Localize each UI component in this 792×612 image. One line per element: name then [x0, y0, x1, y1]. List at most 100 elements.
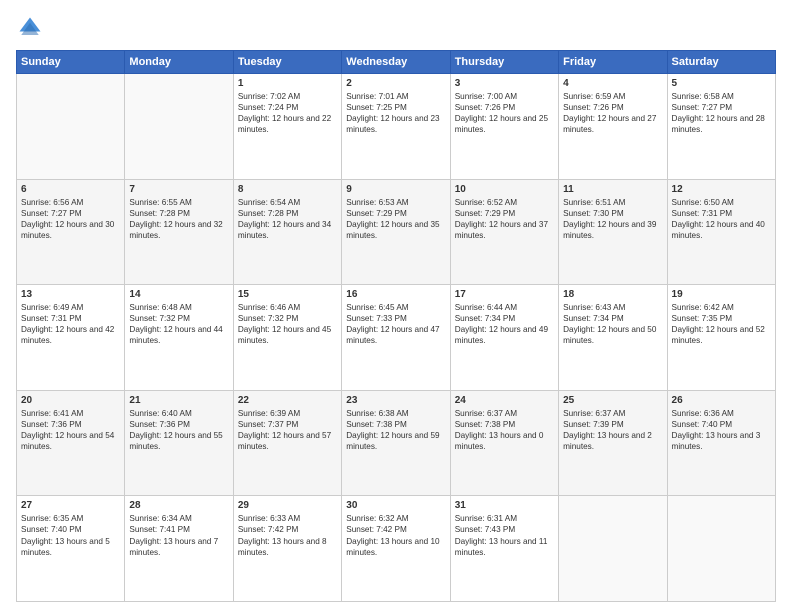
- cell-info: Sunrise: 6:35 AM Sunset: 7:40 PM Dayligh…: [21, 513, 120, 557]
- calendar-cell: 30Sunrise: 6:32 AM Sunset: 7:42 PM Dayli…: [342, 496, 450, 602]
- day-number: 20: [21, 395, 120, 406]
- day-number: 7: [129, 184, 228, 195]
- day-number: 23: [346, 395, 445, 406]
- calendar-cell: 26Sunrise: 6:36 AM Sunset: 7:40 PM Dayli…: [667, 390, 775, 496]
- header-sunday: Sunday: [17, 51, 125, 74]
- cell-info: Sunrise: 6:52 AM Sunset: 7:29 PM Dayligh…: [455, 197, 554, 241]
- calendar-cell: 7 Sunrise: 6:55 AM Sunset: 7:28 PM Daylig…: [125, 179, 233, 285]
- day-number: 8: [238, 184, 337, 195]
- calendar-cell: [667, 496, 775, 602]
- logo-icon: [16, 14, 44, 42]
- header-wednesday: Wednesday: [342, 51, 450, 74]
- cell-info: Sunrise: 6:37 AM Sunset: 7:38 PM Dayligh…: [455, 408, 554, 452]
- cell-info: Sunrise: 6:32 AM Sunset: 7:42 PM Dayligh…: [346, 513, 445, 557]
- calendar-cell: 5 Sunrise: 6:58 AM Sunset: 7:27 PM Daylig…: [667, 74, 775, 180]
- day-number: 24: [455, 395, 554, 406]
- cell-info: Sunrise: 6:42 AM Sunset: 7:35 PM Dayligh…: [672, 302, 771, 346]
- calendar-cell: 27 Sunrise: 6:35 AM Sunset: 7:40 PM Dayli…: [17, 496, 125, 602]
- day-number: 3: [455, 78, 554, 89]
- calendar-cell: 23 Sunrise: 6:38 AM Sunset: 7:38 PM Dayli…: [342, 390, 450, 496]
- cell-info: Sunrise: 6:31 AM Sunset: 7:43 PM Dayligh…: [455, 513, 554, 557]
- cell-info: Sunrise: 6:58 AM Sunset: 7:27 PM Dayligh…: [672, 91, 771, 135]
- calendar-cell: 2 Sunrise: 7:01 AM Sunset: 7:25 PM Daylig…: [342, 74, 450, 180]
- day-number: 22: [238, 395, 337, 406]
- calendar-cell: [17, 74, 125, 180]
- cell-info: Sunrise: 6:46 AM Sunset: 7:32 PM Dayligh…: [238, 302, 337, 346]
- cell-info: Sunrise: 6:50 AM Sunset: 7:31 PM Dayligh…: [672, 197, 771, 241]
- day-number: 2: [346, 78, 445, 89]
- week-row-1: 6Sunrise: 6:56 AM Sunset: 7:27 PM Daylig…: [17, 179, 776, 285]
- cell-info: Sunrise: 7:01 AM Sunset: 7:25 PM Dayligh…: [346, 91, 445, 135]
- cell-info: Sunrise: 6:48 AM Sunset: 7:32 PM Dayligh…: [129, 302, 228, 346]
- cell-info: Sunrise: 7:00 AM Sunset: 7:26 PM Dayligh…: [455, 91, 554, 135]
- cell-info: Sunrise: 7:02 AM Sunset: 7:24 PM Dayligh…: [238, 91, 337, 135]
- day-number: 14: [129, 289, 228, 300]
- cell-info: Sunrise: 6:40 AM Sunset: 7:36 PM Dayligh…: [129, 408, 228, 452]
- day-number: 13: [21, 289, 120, 300]
- calendar-cell: 22 Sunrise: 6:39 AM Sunset: 7:37 PM Dayli…: [233, 390, 341, 496]
- day-number: 12: [672, 184, 771, 195]
- cell-info: Sunrise: 6:34 AM Sunset: 7:41 PM Dayligh…: [129, 513, 228, 557]
- week-row-0: 1 Sunrise: 7:02 AM Sunset: 7:24 PM Daylig…: [17, 74, 776, 180]
- header-row: SundayMondayTuesdayWednesdayThursdayFrid…: [17, 51, 776, 74]
- calendar-cell: 20 Sunrise: 6:41 AM Sunset: 7:36 PM Dayli…: [17, 390, 125, 496]
- calendar-cell: 3 Sunrise: 7:00 AM Sunset: 7:26 PM Daylig…: [450, 74, 558, 180]
- calendar-cell: 17Sunrise: 6:44 AM Sunset: 7:34 PM Dayli…: [450, 285, 558, 391]
- cell-info: Sunrise: 6:49 AM Sunset: 7:31 PM Dayligh…: [21, 302, 120, 346]
- day-number: 6: [21, 184, 120, 195]
- day-number: 27: [21, 500, 120, 511]
- calendar-cell: 25 Sunrise: 6:37 AM Sunset: 7:39 PM Dayli…: [559, 390, 667, 496]
- day-number: 31: [455, 500, 554, 511]
- calendar-cell: [125, 74, 233, 180]
- cell-info: Sunrise: 6:43 AM Sunset: 7:34 PM Dayligh…: [563, 302, 662, 346]
- calendar-cell: 15Sunrise: 6:46 AM Sunset: 7:32 PM Dayli…: [233, 285, 341, 391]
- cell-info: Sunrise: 6:41 AM Sunset: 7:36 PM Dayligh…: [21, 408, 120, 452]
- logo: [16, 14, 48, 42]
- calendar-cell: 18Sunrise: 6:43 AM Sunset: 7:34 PM Dayli…: [559, 285, 667, 391]
- header-tuesday: Tuesday: [233, 51, 341, 74]
- day-number: 5: [672, 78, 771, 89]
- calendar-cell: [559, 496, 667, 602]
- day-number: 21: [129, 395, 228, 406]
- day-number: 29: [238, 500, 337, 511]
- cell-info: Sunrise: 6:36 AM Sunset: 7:40 PM Dayligh…: [672, 408, 771, 452]
- cell-info: Sunrise: 6:59 AM Sunset: 7:26 PM Dayligh…: [563, 91, 662, 135]
- calendar-cell: 12 Sunrise: 6:50 AM Sunset: 7:31 PM Dayli…: [667, 179, 775, 285]
- calendar-cell: 19Sunrise: 6:42 AM Sunset: 7:35 PM Dayli…: [667, 285, 775, 391]
- calendar-cell: 10 Sunrise: 6:52 AM Sunset: 7:29 PM Dayli…: [450, 179, 558, 285]
- day-number: 11: [563, 184, 662, 195]
- header-thursday: Thursday: [450, 51, 558, 74]
- week-row-2: 13 Sunrise: 6:49 AM Sunset: 7:31 PM Dayli…: [17, 285, 776, 391]
- cell-info: Sunrise: 6:38 AM Sunset: 7:38 PM Dayligh…: [346, 408, 445, 452]
- calendar-cell: 24 Sunrise: 6:37 AM Sunset: 7:38 PM Dayli…: [450, 390, 558, 496]
- cell-info: Sunrise: 6:51 AM Sunset: 7:30 PM Dayligh…: [563, 197, 662, 241]
- day-number: 9: [346, 184, 445, 195]
- cell-info: Sunrise: 6:54 AM Sunset: 7:28 PM Dayligh…: [238, 197, 337, 241]
- calendar-cell: 9 Sunrise: 6:53 AM Sunset: 7:29 PM Daylig…: [342, 179, 450, 285]
- calendar-cell: 29Sunrise: 6:33 AM Sunset: 7:42 PM Dayli…: [233, 496, 341, 602]
- calendar-cell: 8 Sunrise: 6:54 AM Sunset: 7:28 PM Daylig…: [233, 179, 341, 285]
- day-number: 16: [346, 289, 445, 300]
- day-number: 28: [129, 500, 228, 511]
- calendar-cell: 21 Sunrise: 6:40 AM Sunset: 7:36 PM Dayli…: [125, 390, 233, 496]
- cell-info: Sunrise: 6:55 AM Sunset: 7:28 PM Dayligh…: [129, 197, 228, 241]
- day-number: 4: [563, 78, 662, 89]
- week-row-4: 27 Sunrise: 6:35 AM Sunset: 7:40 PM Dayli…: [17, 496, 776, 602]
- calendar-cell: 13 Sunrise: 6:49 AM Sunset: 7:31 PM Dayli…: [17, 285, 125, 391]
- calendar-cell: 4 Sunrise: 6:59 AM Sunset: 7:26 PM Daylig…: [559, 74, 667, 180]
- calendar-table: SundayMondayTuesdayWednesdayThursdayFrid…: [16, 50, 776, 602]
- cell-info: Sunrise: 6:37 AM Sunset: 7:39 PM Dayligh…: [563, 408, 662, 452]
- header-friday: Friday: [559, 51, 667, 74]
- calendar-cell: 6Sunrise: 6:56 AM Sunset: 7:27 PM Daylig…: [17, 179, 125, 285]
- header-saturday: Saturday: [667, 51, 775, 74]
- page: SundayMondayTuesdayWednesdayThursdayFrid…: [0, 0, 792, 612]
- cell-info: Sunrise: 6:44 AM Sunset: 7:34 PM Dayligh…: [455, 302, 554, 346]
- calendar-cell: 11 Sunrise: 6:51 AM Sunset: 7:30 PM Dayli…: [559, 179, 667, 285]
- cell-info: Sunrise: 6:39 AM Sunset: 7:37 PM Dayligh…: [238, 408, 337, 452]
- calendar-cell: 16 Sunrise: 6:45 AM Sunset: 7:33 PM Dayli…: [342, 285, 450, 391]
- cell-info: Sunrise: 6:45 AM Sunset: 7:33 PM Dayligh…: [346, 302, 445, 346]
- day-number: 25: [563, 395, 662, 406]
- cell-info: Sunrise: 6:53 AM Sunset: 7:29 PM Dayligh…: [346, 197, 445, 241]
- day-number: 1: [238, 78, 337, 89]
- day-number: 10: [455, 184, 554, 195]
